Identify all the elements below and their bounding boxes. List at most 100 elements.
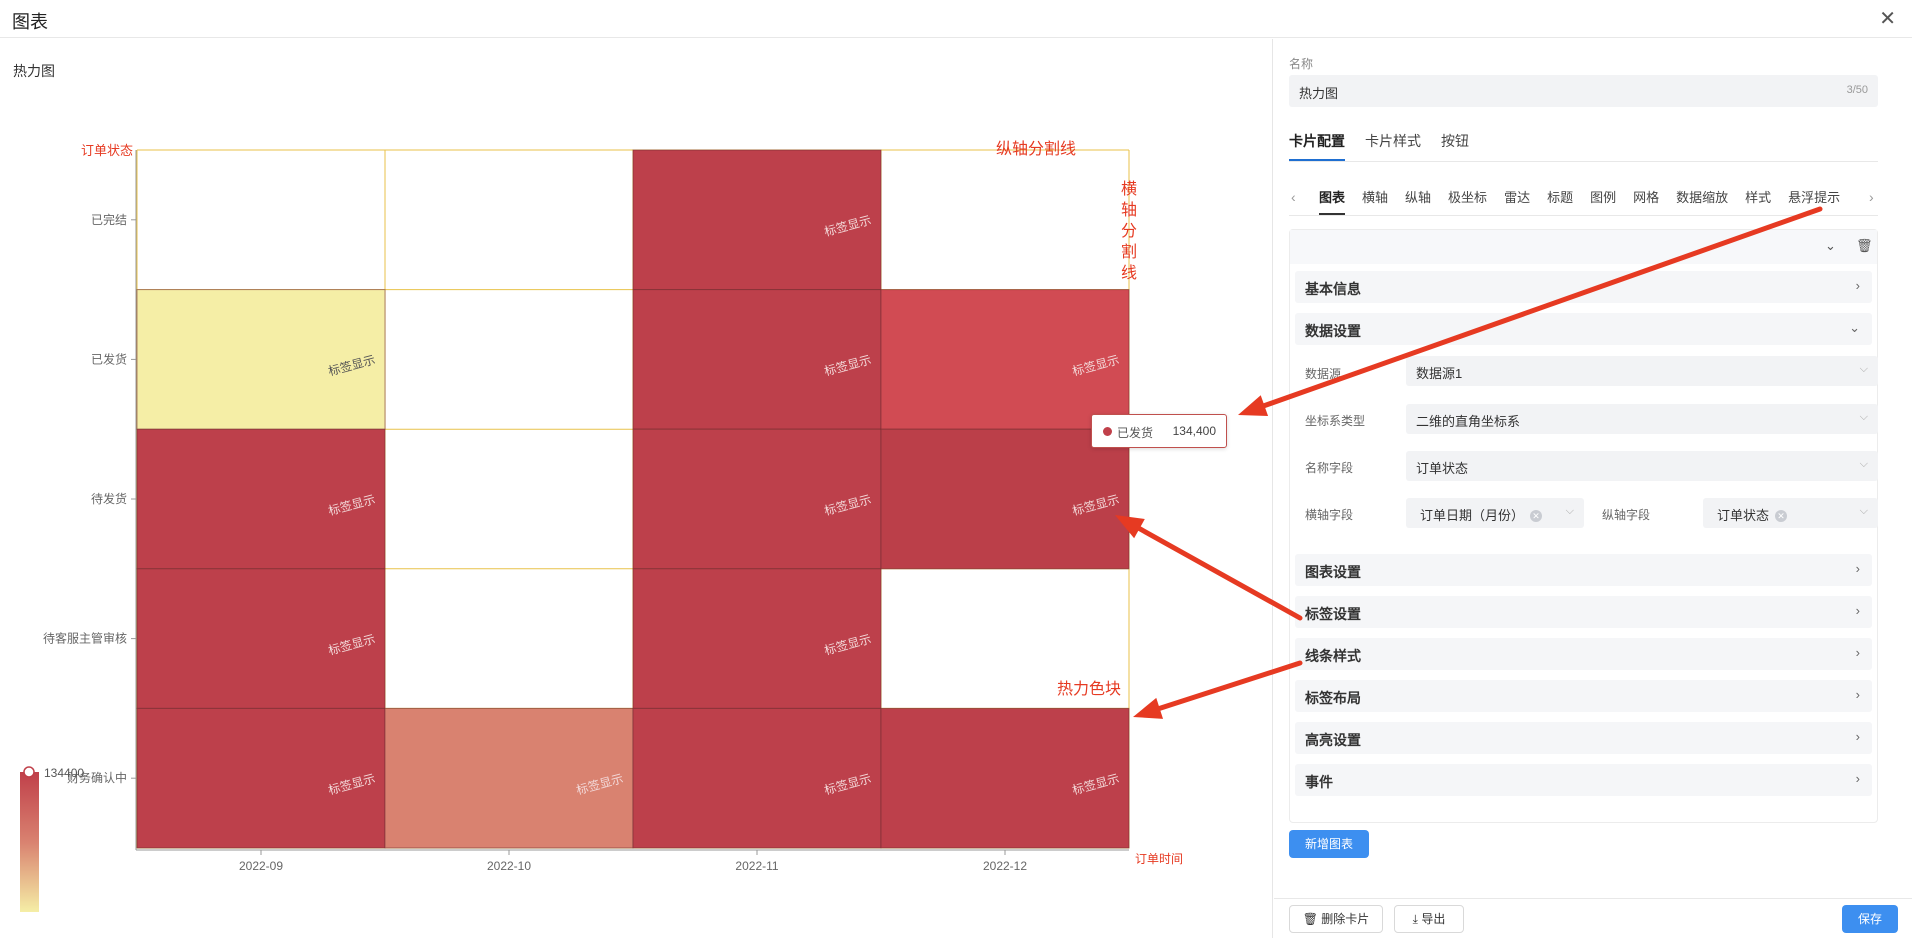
name-field-label: 名称字段 — [1305, 461, 1354, 475]
main-tabs: 卡片配置 卡片样式 按钮 — [1289, 131, 1469, 161]
section-chart-settings-label: 图表设置 — [1305, 564, 1361, 580]
subtab-title[interactable]: 标题 — [1547, 185, 1573, 215]
y-field-select[interactable]: 订单状态 ✕ ⌵ — [1703, 498, 1878, 528]
section-chart-settings[interactable]: 图表设置 › — [1295, 554, 1872, 586]
section-label-layout-label: 标签布局 — [1305, 690, 1361, 706]
x-tick-label: 2022-11 — [735, 859, 778, 873]
chart-preview-panel: 热力图 标签显示 标签显示 标签显示 标签显示 标签显示 标签显示 标签显示 标签显示 标签显示… — [0, 39, 1273, 938]
datasource-value: 数据源1 — [1416, 366, 1463, 381]
chevron-down-icon: ⌵ — [1859, 411, 1868, 423]
y-axis-name: 订单状态 — [81, 143, 133, 158]
x-field-label: 横轴字段 — [1305, 508, 1354, 522]
coord-type-label: 坐标系类型 — [1305, 414, 1366, 428]
chevron-right-icon: › — [1855, 687, 1860, 702]
section-line-style[interactable]: 线条样式 › — [1295, 638, 1872, 670]
coord-type-value: 二维的直角坐标系 — [1416, 414, 1521, 429]
y-field-value: 订单状态 — [1717, 508, 1770, 523]
tab-buttons[interactable]: 按钮 — [1441, 131, 1469, 161]
window-title: 图表 — [12, 12, 48, 32]
section-label-settings[interactable]: 标签设置 › — [1295, 596, 1872, 628]
y-tick-label: 待发货 — [91, 491, 127, 506]
visual-map-bar — [20, 772, 39, 912]
section-label-settings-label: 标签设置 — [1305, 606, 1361, 622]
chevron-right-icon: › — [1855, 561, 1860, 576]
trash-icon: 🗑 — [1302, 912, 1318, 926]
save-button[interactable]: 保存 — [1842, 905, 1898, 933]
chevron-down-icon: ⌄ — [1849, 320, 1860, 335]
section-events-label: 事件 — [1305, 774, 1333, 790]
chevron-right-icon: › — [1855, 771, 1860, 786]
x-field-select[interactable]: 订单日期（月份） ✕ ⌵ — [1406, 498, 1584, 528]
chevron-left-icon[interactable]: ‹ — [1291, 189, 1296, 205]
section-events[interactable]: 事件 › — [1295, 764, 1872, 796]
footer-divider — [1274, 898, 1912, 899]
section-highlight-settings-label: 高亮设置 — [1305, 732, 1361, 748]
section-data-settings[interactable]: 数据设置 ⌄ — [1295, 313, 1872, 345]
visual-map-handle — [23, 766, 35, 778]
x-tick-label: 2022-09 — [239, 859, 283, 873]
section-line-style-label: 线条样式 — [1305, 648, 1361, 664]
chart-config-card: ⌄ 🗑 基本信息 › 数据设置 ⌄ 数据源 数据源1 ⌵ 坐标系类型 二维的直角… — [1289, 229, 1878, 823]
subtab-tooltip[interactable]: 悬浮提示 — [1788, 185, 1840, 215]
x-field-value: 订单日期（月份） — [1420, 508, 1525, 523]
x-tick-label: 2022-12 — [983, 859, 1027, 873]
name-input-value: 热力图 — [1299, 86, 1339, 101]
name-char-count: 3/50 — [1846, 84, 1868, 96]
subtabs-divider — [1289, 215, 1878, 216]
clear-icon[interactable]: ✕ — [1530, 510, 1543, 522]
subtab-chart[interactable]: 图表 — [1319, 185, 1346, 215]
coord-type-select[interactable]: 二维的直角坐标系 ⌵ — [1406, 404, 1878, 434]
y-tick-label: 已发货 — [91, 351, 127, 366]
chevron-right-icon: › — [1855, 645, 1860, 660]
section-label-layout[interactable]: 标签布局 › — [1295, 680, 1872, 712]
trash-icon[interactable]: 🗑 — [1856, 238, 1873, 254]
chevron-right-icon: › — [1855, 278, 1860, 293]
config-panel: 名称 热力图 3/50 卡片配置 卡片样式 按钮 ‹ 图表 横轴 纵轴 极坐标 … — [1274, 39, 1912, 938]
tab-card-style[interactable]: 卡片样式 — [1365, 131, 1421, 161]
y-field-label: 纵轴字段 — [1602, 508, 1651, 522]
delete-card-label: 删除卡片 — [1321, 912, 1370, 926]
chevron-down-icon: ⌵ — [1859, 363, 1868, 375]
y-tick-label: 待客服主管审核 — [43, 631, 127, 646]
x-axis-name: 订单时间 — [1135, 852, 1183, 866]
sub-tabs: ‹ 图表 横轴 纵轴 极坐标 雷达 标题 图例 网格 数据缩放 样式 悬浮提示 … — [1289, 185, 1878, 215]
chevron-right-icon: › — [1855, 729, 1860, 744]
heatmap-chart: 标签显示标签显示标签显示标签显示 标签显示标签显示标签显示标签显示标签显示标签显示… — [20, 143, 1183, 912]
subtab-y-axis[interactable]: 纵轴 — [1405, 185, 1431, 215]
export-label: 导出 — [1421, 912, 1446, 926]
tooltip-name: 已发货 — [1117, 426, 1154, 440]
datasource-select[interactable]: 数据源1 ⌵ — [1406, 356, 1878, 386]
add-chart-button[interactable]: 新增图表 — [1289, 830, 1369, 858]
card-header: ⌄ 🗑 — [1290, 230, 1877, 264]
tab-card-config[interactable]: 卡片配置 — [1289, 131, 1345, 161]
name-field-value: 订单状态 — [1416, 461, 1469, 476]
chevron-right-icon: › — [1855, 603, 1860, 618]
subtab-legend[interactable]: 图例 — [1590, 185, 1616, 215]
delete-card-button[interactable]: 🗑 删除卡片 — [1289, 905, 1383, 933]
name-input[interactable]: 热力图 3/50 — [1289, 75, 1878, 107]
chevron-down-icon: ⌵ — [1565, 505, 1574, 517]
section-highlight-settings[interactable]: 高亮设置 › — [1295, 722, 1872, 754]
subtab-style[interactable]: 样式 — [1745, 185, 1771, 215]
subtab-grid[interactable]: 网格 — [1633, 185, 1659, 215]
tabs-divider — [1289, 161, 1878, 162]
clear-icon[interactable]: ✕ — [1775, 510, 1788, 522]
close-icon[interactable]: ✕ — [1879, 6, 1896, 31]
subtab-polar[interactable]: 极坐标 — [1448, 185, 1487, 215]
export-button[interactable]: ⤓ 导出 — [1394, 905, 1464, 933]
chevron-down-icon: ⌵ — [1859, 505, 1868, 517]
window-titlebar: 图表 ✕ — [0, 0, 1912, 38]
name-field-select[interactable]: 订单状态 ⌵ — [1406, 451, 1878, 481]
y-tick-label: 已完结 — [91, 212, 127, 227]
visual-map-max-label: 134400 — [44, 766, 84, 780]
subtab-datazoom[interactable]: 数据缩放 — [1676, 185, 1728, 215]
tooltip-series-dot — [1103, 427, 1112, 436]
subtab-radar[interactable]: 雷达 — [1504, 185, 1530, 215]
chevron-right-icon[interactable]: › — [1869, 189, 1874, 205]
subtab-x-axis[interactable]: 横轴 — [1362, 185, 1388, 215]
chevron-down-icon[interactable]: ⌄ — [1825, 238, 1836, 254]
tooltip-value: 134,400 — [1172, 424, 1216, 438]
download-icon: ⤓ — [1412, 912, 1418, 926]
datasource-label: 数据源 — [1305, 367, 1342, 381]
section-basic-info[interactable]: 基本信息 › — [1295, 271, 1872, 303]
